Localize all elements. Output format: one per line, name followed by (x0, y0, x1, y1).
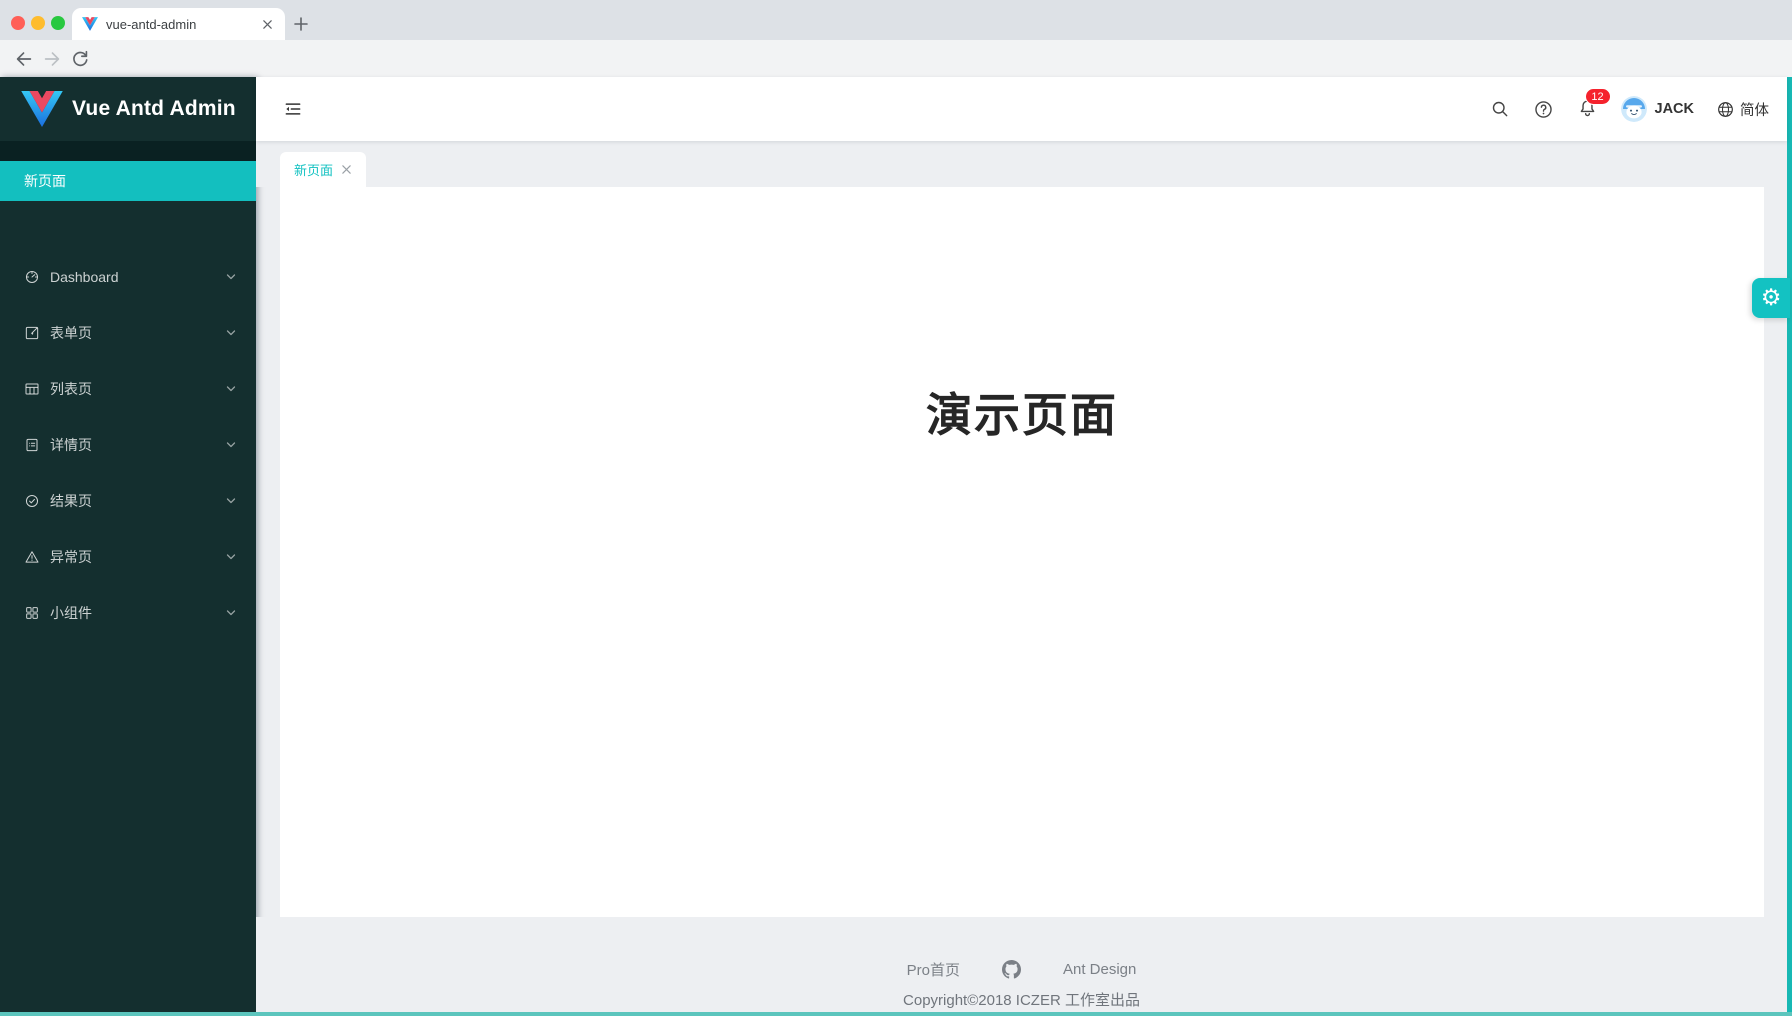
sidebar-item-detail[interactable]: 详情页 (0, 425, 256, 465)
sidebar-divider (0, 141, 256, 161)
window-bottom-edge (0, 1012, 1792, 1016)
github-icon[interactable] (1002, 960, 1021, 979)
check-circle-icon (24, 493, 40, 509)
page-tab-label: 新页面 (294, 160, 333, 179)
gear-icon: ⚙ (1761, 287, 1782, 310)
browser-tab-title: vue-antd-admin (106, 17, 259, 32)
vue-logo-icon (20, 91, 64, 127)
globe-icon (1716, 100, 1735, 119)
sidebar-item-label: Dashboard (50, 269, 119, 285)
window-zoom-button[interactable] (51, 16, 65, 30)
window-close-button[interactable] (11, 16, 25, 30)
sidebar-item-label: 表单页 (50, 323, 92, 343)
user-avatar (1621, 96, 1647, 122)
forward-icon[interactable] (41, 48, 63, 70)
sidebar-item-label: 小组件 (50, 603, 92, 623)
sidebar-item-label: 新页面 (24, 171, 66, 191)
menu-fold-icon[interactable] (283, 99, 303, 119)
back-icon[interactable] (13, 48, 35, 70)
reload-icon[interactable] (69, 48, 91, 70)
chevron-down-icon (226, 272, 236, 282)
profile-icon (24, 437, 40, 453)
drawer-edge-line (1787, 77, 1792, 1016)
copyright-text: Copyright©2018 ICZER 工作室出品 (256, 989, 1787, 1010)
page-tabbar: 新页面 (256, 141, 1787, 187)
chevron-down-icon (226, 440, 236, 450)
chevron-down-icon (226, 496, 236, 506)
page-tab-close-icon[interactable] (341, 164, 352, 175)
sidebar-item-dashboard[interactable]: Dashboard (0, 257, 256, 297)
content-panel: 演示页面 (280, 187, 1764, 917)
page-tab-newpage[interactable]: 新页面 (280, 152, 366, 187)
vue-favicon-icon (82, 16, 98, 32)
sidebar-item-exception[interactable]: 异常页 (0, 537, 256, 577)
app-title: Vue Antd Admin (72, 97, 236, 121)
sidebar-item-label: 结果页 (50, 491, 92, 511)
browser-tabstrip: vue-antd-admin (0, 0, 1792, 40)
help-icon[interactable] (1533, 98, 1555, 120)
dashboard-icon (24, 269, 40, 285)
table-icon (24, 381, 40, 397)
settings-drawer-button[interactable]: ⚙ (1752, 278, 1790, 318)
language-label: 简体 (1740, 99, 1769, 120)
notifications-button[interactable]: 12 (1577, 98, 1599, 120)
language-switcher[interactable]: 简体 (1716, 99, 1769, 120)
sidebar-item-widgets[interactable]: 小组件 (0, 593, 256, 633)
window-minimize-button[interactable] (31, 16, 45, 30)
username: JACK (1655, 101, 1694, 117)
form-icon (24, 325, 40, 341)
app-header: 12 JACK 简体 (256, 77, 1787, 141)
browser-toolbar: localhost:8080/#/newPage (0, 40, 1792, 77)
chevron-down-icon (226, 552, 236, 562)
app-footer: Pro首页 Ant Design Copyright©2018 ICZER 工作… (256, 917, 1787, 1012)
tab-close-icon[interactable] (259, 16, 275, 32)
sidebar-item-label: 详情页 (50, 435, 92, 455)
user-menu[interactable]: JACK (1621, 96, 1694, 122)
footer-link-home[interactable]: Pro首页 (907, 959, 960, 980)
browser-tab[interactable]: vue-antd-admin (72, 8, 285, 40)
search-icon[interactable] (1489, 98, 1511, 120)
warning-icon (24, 549, 40, 565)
chevron-down-icon (226, 328, 236, 338)
new-tab-button[interactable] (289, 12, 313, 36)
chevron-down-icon (226, 608, 236, 618)
sidebar-item-form[interactable]: 表单页 (0, 313, 256, 353)
chevron-down-icon (226, 384, 236, 394)
sidebar-item-newpage[interactable]: 新页面 (0, 161, 256, 201)
sidebar-item-label: 列表页 (50, 379, 92, 399)
sidebar-item-result[interactable]: 结果页 (0, 481, 256, 521)
sidebar-item-label: 异常页 (50, 547, 92, 567)
sidebar-item-list[interactable]: 列表页 (0, 369, 256, 409)
sidebar: Vue Antd Admin 新页面 Dashboard 表单页 列表页 (0, 77, 256, 1012)
appstore-icon (24, 605, 40, 621)
page-title: 演示页面 (280, 187, 1764, 445)
footer-link-antdesign[interactable]: Ant Design (1063, 961, 1136, 978)
notification-badge: 12 (1585, 88, 1611, 105)
app-logo[interactable]: Vue Antd Admin (0, 77, 256, 141)
